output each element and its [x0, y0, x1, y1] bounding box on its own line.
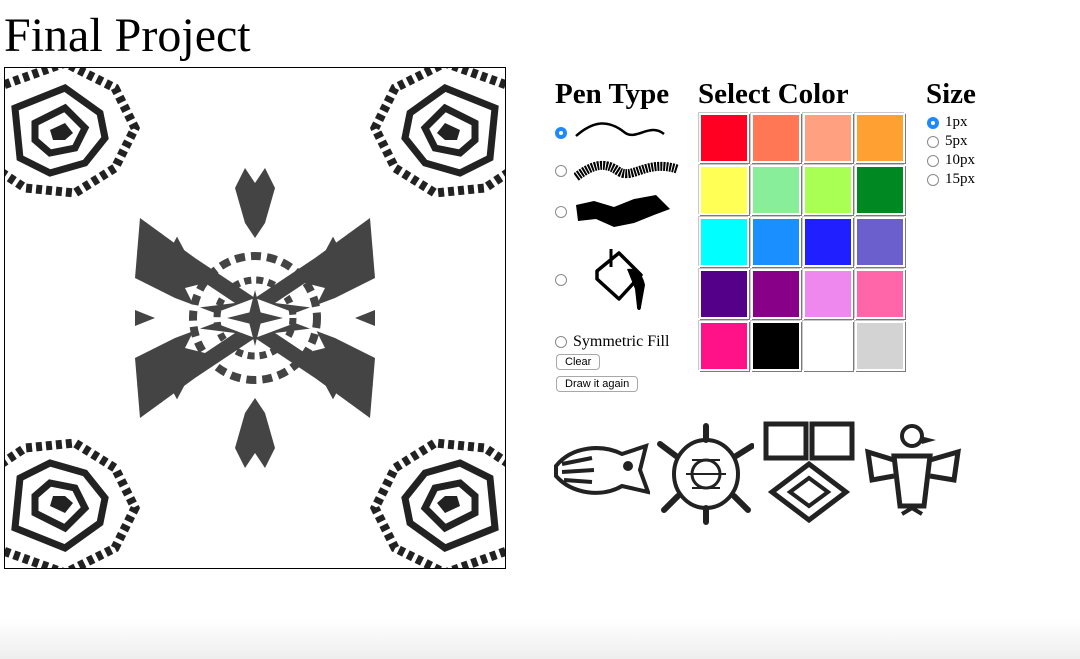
color-swatch[interactable] [803, 321, 853, 371]
size-options: 1px 5px 10px 15px [927, 113, 975, 189]
stamp-turtle[interactable] [656, 412, 754, 530]
color-swatch[interactable] [855, 217, 905, 267]
color-swatch[interactable] [751, 269, 801, 319]
pen-radio-rough[interactable] [555, 165, 567, 177]
color-swatch[interactable] [803, 165, 853, 215]
size-option-5px[interactable]: 5px [927, 132, 975, 151]
size-label: 10px [945, 152, 975, 168]
mandala-drawing [5, 68, 505, 568]
pen-radio-thin[interactable] [555, 127, 567, 139]
color-swatch[interactable] [699, 269, 749, 319]
draw-again-button[interactable]: Draw it again [556, 376, 639, 392]
size-radio-10px[interactable] [927, 154, 939, 167]
bottom-shadow [0, 619, 1080, 659]
size-title: Size [926, 78, 976, 110]
bird-stamp-icon [864, 424, 962, 516]
pen-option-thick[interactable] [555, 193, 672, 231]
color-swatch[interactable] [751, 165, 801, 215]
color-swatch[interactable] [855, 321, 905, 371]
pen-option-rough[interactable] [555, 155, 679, 187]
pen-type-title: Pen Type [555, 78, 670, 110]
stamp-tribal[interactable] [760, 412, 858, 530]
color-swatch[interactable] [699, 113, 749, 163]
color-swatch[interactable] [699, 217, 749, 267]
color-swatch[interactable] [855, 269, 905, 319]
stamp-fish[interactable] [552, 412, 650, 530]
color-swatch[interactable] [855, 113, 905, 163]
size-radio-1px[interactable] [927, 116, 939, 129]
symmetric-fill-option[interactable]: Symmetric Fill [555, 333, 669, 351]
color-swatch[interactable] [751, 321, 801, 371]
fish-stamp-icon [554, 442, 650, 495]
turtle-stamp-icon [657, 423, 754, 525]
rough-pen-icon [574, 160, 679, 181]
size-radio-5px[interactable] [927, 135, 939, 148]
thin-wave-pen-icon [575, 122, 665, 137]
page-title: Final Project [4, 9, 251, 62]
size-radio-15px[interactable] [927, 173, 939, 186]
size-label: 15px [945, 171, 975, 187]
color-swatch[interactable] [803, 217, 853, 267]
pen-option-fill[interactable] [555, 245, 661, 315]
thick-brush-pen-icon [576, 195, 670, 227]
pen-radio-fill[interactable] [555, 274, 567, 286]
color-swatch[interactable] [699, 165, 749, 215]
stamp-bird[interactable] [864, 412, 962, 530]
color-swatch[interactable] [699, 321, 749, 371]
paint-bucket-icon [595, 249, 645, 310]
color-swatch[interactable] [803, 113, 853, 163]
color-swatch[interactable] [751, 217, 801, 267]
size-option-10px[interactable]: 10px [927, 151, 975, 170]
drawing-canvas[interactable] [4, 67, 506, 569]
stamp-gallery [552, 412, 962, 530]
size-option-15px[interactable]: 15px [927, 170, 975, 189]
size-option-1px[interactable]: 1px [927, 113, 975, 132]
pen-radio-thick[interactable] [555, 206, 567, 218]
symmetric-fill-radio[interactable] [555, 336, 567, 348]
symmetric-fill-label: Symmetric Fill [573, 333, 670, 350]
clear-button[interactable]: Clear [556, 354, 601, 370]
pen-option-thin[interactable] [555, 118, 666, 148]
color-swatch[interactable] [803, 269, 853, 319]
color-swatch[interactable] [855, 165, 905, 215]
size-label: 5px [945, 133, 968, 149]
select-color-title: Select Color [698, 78, 849, 110]
color-palette [699, 113, 905, 371]
tribal-pattern-stamp-icon [763, 421, 855, 524]
size-label: 1px [945, 114, 968, 130]
color-swatch[interactable] [751, 113, 801, 163]
